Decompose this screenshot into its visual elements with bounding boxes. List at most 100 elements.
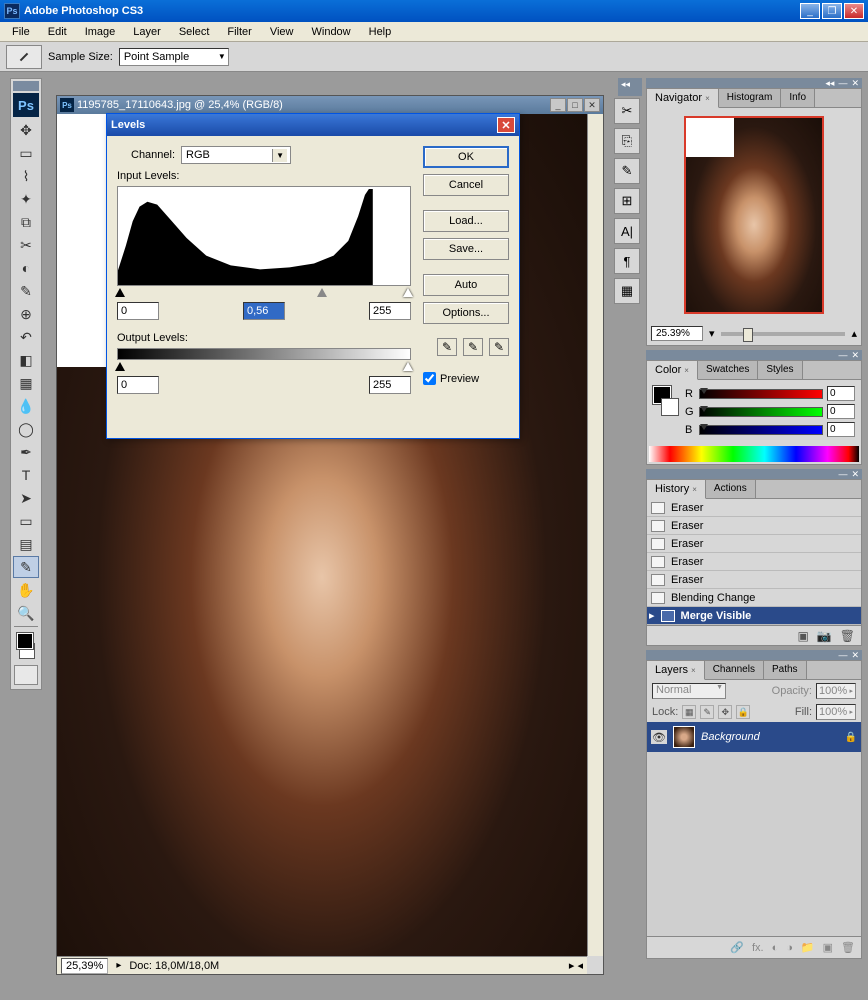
doc-close-button[interactable]: ✕ <box>584 98 600 112</box>
dodge-tool[interactable]: ◯ <box>13 418 39 440</box>
preview-checkbox-input[interactable] <box>423 372 436 385</box>
lock-transparency-icon[interactable]: ▦ <box>682 705 696 719</box>
tab-info[interactable]: Info <box>781 89 815 107</box>
zoom-out-icon[interactable]: ▾ <box>709 327 715 340</box>
tab-actions[interactable]: Actions <box>706 480 756 498</box>
new-doc-from-state-icon[interactable]: ▣ <box>797 629 808 643</box>
tab-history[interactable]: History× <box>647 480 706 499</box>
menu-file[interactable]: File <box>4 24 38 40</box>
type-tool[interactable]: T <box>13 464 39 486</box>
history-item[interactable]: Blending Change <box>647 589 861 607</box>
menu-window[interactable]: Window <box>304 24 359 40</box>
black-point-slider[interactable] <box>115 288 125 297</box>
delete-layer-icon[interactable]: 🗑 <box>841 941 855 954</box>
eraser-tool[interactable]: ◧ <box>13 349 39 371</box>
zoom-tool[interactable]: 🔍 <box>13 602 39 624</box>
history-item[interactable]: Eraser <box>647 499 861 517</box>
cancel-button[interactable]: Cancel <box>423 174 509 196</box>
history-item[interactable]: Eraser <box>647 517 861 535</box>
vertical-scrollbar[interactable] <box>587 114 603 956</box>
options-button[interactable]: Options... <box>423 302 509 324</box>
opacity-input[interactable]: 100% <box>816 683 856 699</box>
history-item[interactable]: Eraser <box>647 553 861 571</box>
mini-btn-2[interactable]: ⎘ <box>614 128 640 154</box>
paragraph-panel-icon[interactable]: ¶ <box>614 248 640 274</box>
b-slider[interactable] <box>699 425 823 435</box>
foreground-color[interactable] <box>17 633 33 649</box>
document-titlebar[interactable]: Ps 1195785_17110643.jpg @ 25,4% (RGB/8) … <box>57 96 603 114</box>
layer-mask-icon[interactable]: ◐ <box>772 942 779 954</box>
navigator-zoom-input[interactable]: 25.39% <box>651 326 703 341</box>
doc-minimize-button[interactable]: _ <box>550 98 566 112</box>
output-black-field[interactable] <box>117 376 159 394</box>
menu-layer[interactable]: Layer <box>125 24 169 40</box>
menu-help[interactable]: Help <box>361 24 400 40</box>
black-eyedropper[interactable]: ✎ <box>437 338 457 356</box>
window-restore-button[interactable]: ❐ <box>822 3 842 19</box>
dock-grip[interactable]: ◂◂ <box>618 78 642 96</box>
tab-layers[interactable]: Layers× <box>647 661 705 680</box>
tab-navigator[interactable]: Navigator× <box>647 89 719 108</box>
history-item[interactable]: Eraser <box>647 535 861 553</box>
preview-checkbox[interactable]: Preview <box>423 372 509 385</box>
zoom-level-input[interactable]: 25,39% <box>61 958 108 974</box>
output-white-field[interactable] <box>369 376 411 394</box>
menu-edit[interactable]: Edit <box>40 24 75 40</box>
tab-color[interactable]: Color× <box>647 361 698 380</box>
new-snapshot-icon[interactable]: 📷 <box>817 629 832 643</box>
tab-channels[interactable]: Channels <box>705 661 764 679</box>
input-white-field[interactable] <box>369 302 411 320</box>
pen-tool[interactable]: ✒ <box>13 441 39 463</box>
color-swatches[interactable] <box>15 631 37 661</box>
window-close-button[interactable]: ✕ <box>844 3 864 19</box>
navigator-thumbnail[interactable] <box>684 116 824 314</box>
levels-close-button[interactable]: ✕ <box>497 117 515 133</box>
load-button[interactable]: Load... <box>423 210 509 232</box>
b-input[interactable] <box>827 422 855 437</box>
zoom-slider[interactable] <box>721 332 846 336</box>
save-button[interactable]: Save... <box>423 238 509 260</box>
mini-btn-7[interactable]: ▦ <box>614 278 640 304</box>
brush-tool[interactable]: ✎ <box>13 280 39 302</box>
new-layer-icon[interactable]: ▣ <box>823 941 833 954</box>
layer-name[interactable]: Background <box>701 731 839 743</box>
history-brush-tool[interactable]: ↶ <box>13 326 39 348</box>
navigator-panel-header[interactable]: ◂◂—✕ <box>646 78 862 88</box>
mini-btn-3[interactable]: ✎ <box>614 158 640 184</box>
link-layers-icon[interactable]: 🔗 <box>730 941 744 954</box>
output-black-slider[interactable] <box>115 362 125 371</box>
g-slider[interactable] <box>699 407 823 417</box>
history-item-selected[interactable]: ▸Merge Visible <box>647 607 861 625</box>
quick-mask-toggle[interactable] <box>14 665 38 685</box>
window-minimize-button[interactable]: _ <box>800 3 820 19</box>
ok-button[interactable]: OK <box>423 146 509 168</box>
color-panel-header[interactable]: —✕ <box>646 350 862 360</box>
history-item[interactable]: Eraser <box>647 571 861 589</box>
shape-tool[interactable]: ▭ <box>13 510 39 532</box>
channel-select[interactable]: RGB <box>181 146 291 164</box>
magic-wand-tool[interactable]: ✦ <box>13 188 39 210</box>
input-slider[interactable] <box>117 288 411 298</box>
marquee-tool[interactable]: ▭ <box>13 142 39 164</box>
gradient-tool[interactable]: ▦ <box>13 372 39 394</box>
history-panel-header[interactable]: —✕ <box>646 469 862 479</box>
mini-btn-1[interactable]: ✂ <box>614 98 640 124</box>
menu-select[interactable]: Select <box>171 24 218 40</box>
gray-eyedropper[interactable]: ✎ <box>463 338 483 356</box>
tab-styles[interactable]: Styles <box>758 361 802 379</box>
lock-pixels-icon[interactable]: ✎ <box>700 705 714 719</box>
input-black-field[interactable] <box>117 302 159 320</box>
notes-tool[interactable]: ▤ <box>13 533 39 555</box>
midpoint-slider[interactable] <box>317 288 327 297</box>
color-fg-bg-swatch[interactable] <box>653 386 679 416</box>
menu-view[interactable]: View <box>262 24 302 40</box>
zoom-in-icon[interactable]: ▴ <box>851 327 857 340</box>
path-select-tool[interactable]: ➤ <box>13 487 39 509</box>
r-slider[interactable] <box>699 389 823 399</box>
layer-style-icon[interactable]: fx. <box>752 942 764 954</box>
g-input[interactable] <box>827 404 855 419</box>
move-tool[interactable]: ✥ <box>13 119 39 141</box>
clone-stamp-tool[interactable]: ⊕ <box>13 303 39 325</box>
tool-preset-picker[interactable] <box>6 45 42 69</box>
layer-background[interactable]: 👁 Background 🔒 <box>647 722 861 752</box>
